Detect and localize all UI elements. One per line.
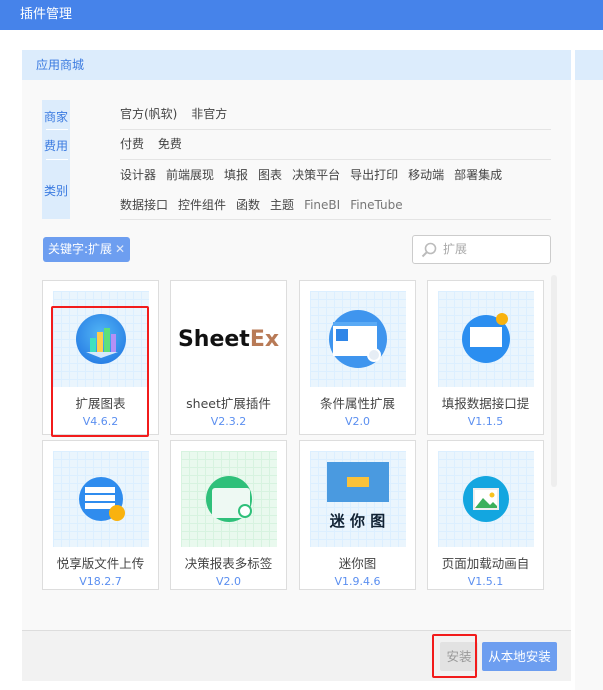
image-icon (437, 451, 534, 547)
plugin-version: V1.1.5 (467, 415, 504, 428)
presentation-icon (437, 291, 534, 387)
store-header: 应用商城 (22, 50, 571, 80)
divider (46, 129, 68, 130)
plugin-name: 决策报表多标签 (184, 556, 273, 571)
plugin-card[interactable]: 决策报表多标签 V2.0 (170, 440, 287, 590)
scrollbar[interactable] (551, 275, 557, 487)
mini-chart-icon: 迷 你 图 (309, 451, 406, 547)
filter-option[interactable]: FineBI (304, 198, 340, 212)
filter-option[interactable]: 数据接口 (120, 198, 168, 212)
plugin-name: 页面加载动画自 (441, 556, 530, 571)
filter-option[interactable]: 非官方 (191, 107, 227, 121)
highlight-box (432, 634, 477, 678)
plugin-card[interactable]: 填报数据接口提 V1.1.5 (427, 280, 544, 435)
footer: 安装 从本地安装 (22, 630, 571, 681)
close-icon[interactable]: ✕ (115, 242, 125, 256)
plugin-card[interactable]: 悦享版文件上传 V18.2.7 (42, 440, 159, 590)
plugin-version: V1.5.1 (467, 575, 504, 588)
filter-option[interactable]: 主题 (270, 198, 294, 212)
search-input[interactable]: 扩展 (412, 235, 551, 264)
dialog-title: 插件管理 (0, 0, 603, 30)
form-icon (309, 291, 406, 387)
divider (46, 159, 68, 160)
filter-labels: 商家 费用 类别 (42, 100, 70, 219)
filter-label-fee: 费用 (43, 139, 68, 153)
plugin-name: 迷你图 (338, 556, 377, 571)
filter-option[interactable]: 控件组件 (178, 198, 226, 212)
filter-option[interactable]: 决策平台 (292, 168, 340, 182)
plugin-card[interactable]: 页面加载动画自 V1.5.1 (427, 440, 544, 590)
filter-option[interactable]: 图表 (258, 168, 282, 182)
image-text: 迷 你 图 (329, 512, 386, 530)
plugin-version: V2.3.2 (210, 415, 247, 428)
plugin-name: 条件属性扩展 (319, 396, 395, 411)
install-local-button[interactable]: 从本地安装 (482, 642, 557, 671)
filter-label-category: 类别 (43, 184, 68, 198)
search-value: 扩展 (443, 242, 468, 256)
plugin-card[interactable]: 条件属性扩展 V2.0 (299, 280, 416, 435)
filter-option[interactable]: 导出打印 (350, 168, 398, 182)
plugin-version: V2.0 (344, 415, 371, 428)
plugin-name: sheet扩展插件 (186, 396, 271, 411)
side-panel (575, 50, 603, 690)
filter-option[interactable]: 设计器 (120, 168, 156, 182)
filter-option[interactable]: 函数 (236, 198, 260, 212)
sheetex-logo: SheetEx (177, 291, 280, 387)
filter-label-vendor: 商家 (43, 110, 68, 124)
filter-option[interactable]: 官方(帆软) (120, 107, 177, 121)
plugin-version: V2.0 (215, 575, 242, 588)
plugin-version: V18.2.7 (79, 575, 122, 588)
keyword-tag-label: 关键字:扩展 (48, 242, 113, 256)
filter-option[interactable]: FineTube (350, 198, 402, 212)
keyword-tag: 关键字:扩展 ✕ (43, 237, 131, 262)
plugin-card[interactable]: 迷 你 图 迷你图 V1.9.4.6 (299, 440, 416, 590)
filter-option[interactable]: 免费 (158, 137, 182, 151)
plugin-name: 悦享版文件上传 (56, 556, 145, 571)
filter-option[interactable]: 填报 (224, 168, 248, 182)
filter-row-vendor: 官方(帆软) 非官方 (120, 100, 551, 130)
upload-icon (52, 451, 149, 547)
filter-option[interactable]: 付费 (120, 137, 144, 151)
plugin-version: V1.9.4.6 (334, 575, 381, 588)
search-icon (421, 242, 437, 258)
filter-option[interactable]: 移动端 (408, 168, 444, 182)
plugin-card[interactable]: SheetEx sheet扩展插件 V2.3.2 (170, 280, 287, 435)
folder-icon (180, 451, 277, 547)
filter-row-fee: 付费 免费 (120, 130, 551, 160)
plugin-name: 填报数据接口提 (441, 396, 530, 411)
highlight-box (51, 306, 149, 437)
filter-row-category: 设计器 前端展现 填报 图表 决策平台 导出打印 移动端 部署集成 数据接口 控件组件 函数 主题 F… (120, 160, 551, 220)
logo-text: SheetEx (177, 326, 280, 352)
filter-option[interactable]: 前端展现 (166, 168, 214, 182)
filter-option[interactable]: 部署集成 (454, 168, 502, 182)
